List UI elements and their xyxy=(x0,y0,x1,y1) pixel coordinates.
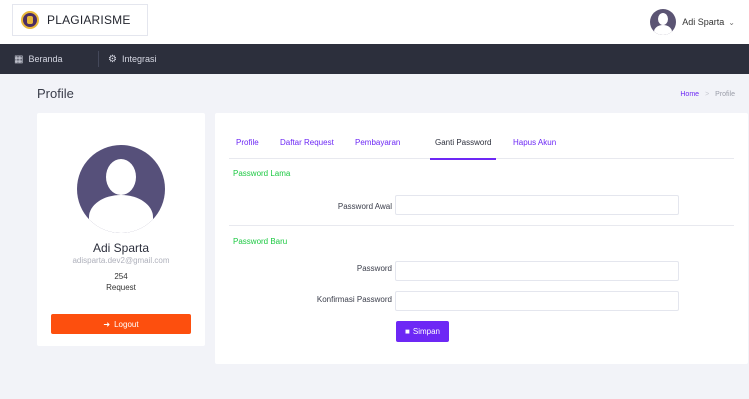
old-password-field[interactable] xyxy=(395,195,679,215)
nav-divider xyxy=(98,51,99,67)
avatar xyxy=(650,9,677,35)
profile-email: adisparta.dev2@gmail.com xyxy=(72,256,170,265)
profile-card: Adi Sparta adisparta.dev2@gmail.com 254 … xyxy=(37,113,205,346)
breadcrumb-current: Profile xyxy=(715,91,735,98)
cogs-icon: ⚙ xyxy=(108,53,117,65)
save-icon: ■ xyxy=(405,327,410,336)
nav-item-label: Beranda xyxy=(28,54,63,64)
settings-card: Profile Daftar Request Pembayaran Ganti … xyxy=(215,113,748,364)
tab-profile[interactable]: Profile xyxy=(236,125,259,159)
profile-avatar xyxy=(77,145,165,233)
profile-name: Adi Sparta xyxy=(92,241,150,255)
new-password-field[interactable] xyxy=(395,261,679,281)
confirm-password-label: Konfirmasi Password xyxy=(316,295,392,304)
profile-tabs: Profile Daftar Request Pembayaran Ganti … xyxy=(229,125,734,160)
dashboard-icon: ▦ xyxy=(14,53,24,65)
breadcrumb-home[interactable]: Home xyxy=(680,91,699,98)
tab-ganti-password[interactable]: Ganti Password xyxy=(429,125,497,160)
section-new-password: Password Baru xyxy=(233,237,288,246)
save-button[interactable]: ■ Simpan xyxy=(396,321,449,342)
top-header: PLAGIARISME Adi Sparta ⌄ xyxy=(0,0,749,44)
new-password-label: Password xyxy=(356,264,392,273)
brand-name: PLAGIARISME xyxy=(47,13,131,27)
logout-label: Logout xyxy=(114,319,139,329)
section-divider xyxy=(229,225,734,226)
tab-pembayaran[interactable]: Pembayaran xyxy=(355,125,400,159)
nav-item-integrasi[interactable]: ⚙ Integrasi xyxy=(108,44,157,74)
save-label: Simpan xyxy=(412,327,440,336)
confirm-password-field[interactable] xyxy=(395,291,679,311)
breadcrumb-separator: > xyxy=(705,91,710,98)
tab-daftar-request[interactable]: Daftar Request xyxy=(280,125,334,159)
user-menu[interactable]: Adi Sparta ⌄ xyxy=(650,8,735,36)
tab-hapus-akun[interactable]: Hapus Akun xyxy=(513,125,556,159)
brand[interactable]: PLAGIARISME xyxy=(12,4,148,36)
chevron-down-icon: ⌄ xyxy=(728,17,735,27)
page-title: Profile xyxy=(37,86,74,101)
nav-item-beranda[interactable]: ▦ Beranda xyxy=(14,44,62,74)
old-password-label: Password Awal xyxy=(337,202,392,211)
sign-out-icon: ➜ xyxy=(103,319,111,329)
user-name: Adi Sparta xyxy=(682,17,725,27)
nav-item-label: Integrasi xyxy=(121,54,157,64)
request-count: 254 xyxy=(114,272,128,281)
request-count-label: Request xyxy=(106,283,136,292)
breadcrumb: Home > Profile xyxy=(680,91,735,98)
logout-button[interactable]: ➜ Logout xyxy=(51,314,191,334)
university-logo-icon xyxy=(21,11,39,29)
main-navbar: ▦ Beranda ⚙ Integrasi xyxy=(0,44,749,74)
section-old-password: Password Lama xyxy=(233,169,291,178)
